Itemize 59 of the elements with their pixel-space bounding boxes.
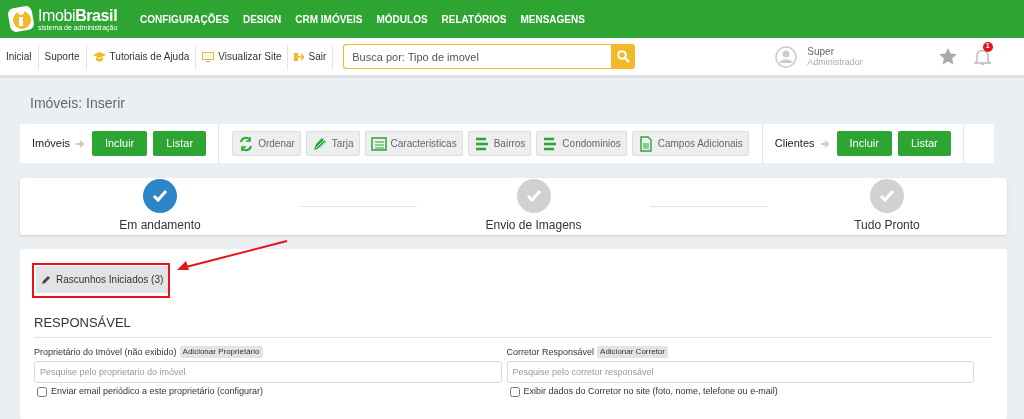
toolbar-link[interactable]: Inicial — [6, 49, 32, 64]
menu-item[interactable]: CRM IMÓVEIS — [295, 11, 363, 27]
list-panel-icon — [370, 135, 387, 152]
monitor-icon — [202, 51, 215, 62]
toolbar-link[interactable]: Sair — [308, 49, 327, 64]
step-label: Envio de Imagens — [485, 217, 582, 234]
bars-icon — [542, 135, 559, 152]
action-button[interactable]: Incluir — [836, 131, 892, 156]
arrow-icon — [75, 138, 86, 149]
search-field[interactable]: Pesquise pelo proprietario do imóvel — [34, 361, 502, 383]
tool-button[interactable]: Bairros — [467, 131, 532, 156]
add-button[interactable]: Adicionar Proprietário — [179, 346, 263, 359]
star-icon[interactable] — [938, 48, 957, 65]
field-label: Proprietário do Imóvel (não exibido) — [34, 345, 177, 359]
checkbox-label: Exibir dados do Corretor no site (foto, nome, telefone ou e-mail) — [523, 385, 778, 398]
arrow-icon — [820, 138, 831, 149]
toolbar-link[interactable]: Tutoriais de Ajuda — [109, 49, 190, 64]
section-title: RESPONSÁVEL — [34, 313, 992, 338]
pencil-icon — [42, 275, 51, 284]
document-icon — [637, 135, 654, 152]
logo-wordmark: ImobiBrasil — [38, 7, 118, 24]
menu-item[interactable]: MÓDULOS — [376, 11, 428, 27]
graduation-cap-icon — [92, 51, 106, 62]
search-field[interactable]: Busca por: Tipo de imovel — [343, 44, 612, 69]
menu-item[interactable]: RELATÓRIOS — [441, 11, 507, 27]
checkbox-label: Enviar email periódico a este proprietário (configurar) — [51, 385, 264, 398]
logo-icon — [7, 5, 35, 33]
checkbox[interactable] — [37, 386, 47, 397]
group-label: Imóveis — [32, 136, 70, 152]
group-label: Clientes — [774, 136, 815, 152]
action-button[interactable]: Incluir — [91, 131, 148, 156]
user-role: Administrador — [807, 56, 863, 68]
checkbox[interactable] — [509, 386, 520, 397]
step-label: Em andamento — [119, 217, 201, 234]
search-field[interactable]: Pesquise pelo corretor responsável — [506, 361, 974, 383]
refresh-icon — [238, 135, 255, 152]
tool-button[interactable]: Condominios — [536, 131, 627, 156]
drafts-button[interactable]: Rascunhos Iniciados (3) — [36, 266, 170, 293]
exit-icon — [294, 51, 305, 62]
field-label: Corretor Responsável — [506, 345, 595, 359]
add-button[interactable]: Adicionar Corretor — [597, 346, 668, 359]
action-button[interactable]: Listar — [153, 131, 207, 156]
avatar-icon — [775, 45, 798, 68]
tool-button[interactable]: Caracteristicas — [364, 131, 463, 156]
menu-item[interactable]: MENSAGENS — [520, 11, 585, 27]
search-icon — [616, 50, 630, 63]
page-title: Imóveis: Inserir — [30, 94, 125, 113]
menu-item[interactable]: CONFIGURAÇÕES — [140, 11, 229, 27]
bell-icon[interactable] — [973, 47, 991, 66]
menu-item[interactable]: DESIGN — [242, 11, 282, 27]
tool-button[interactable]: Tarja — [305, 131, 360, 156]
tool-button[interactable]: Campos Adicionais — [631, 131, 749, 156]
tool-button[interactable]: Ordenar — [232, 131, 301, 156]
user-name: Super — [807, 45, 835, 57]
toolbar-link[interactable]: Visualizar Site — [218, 49, 282, 64]
step-label: Tudo Pronto — [854, 217, 920, 234]
toolbar-link[interactable]: Suporte — [44, 49, 80, 64]
action-button[interactable]: Listar — [897, 131, 951, 156]
bars-icon — [473, 135, 490, 152]
